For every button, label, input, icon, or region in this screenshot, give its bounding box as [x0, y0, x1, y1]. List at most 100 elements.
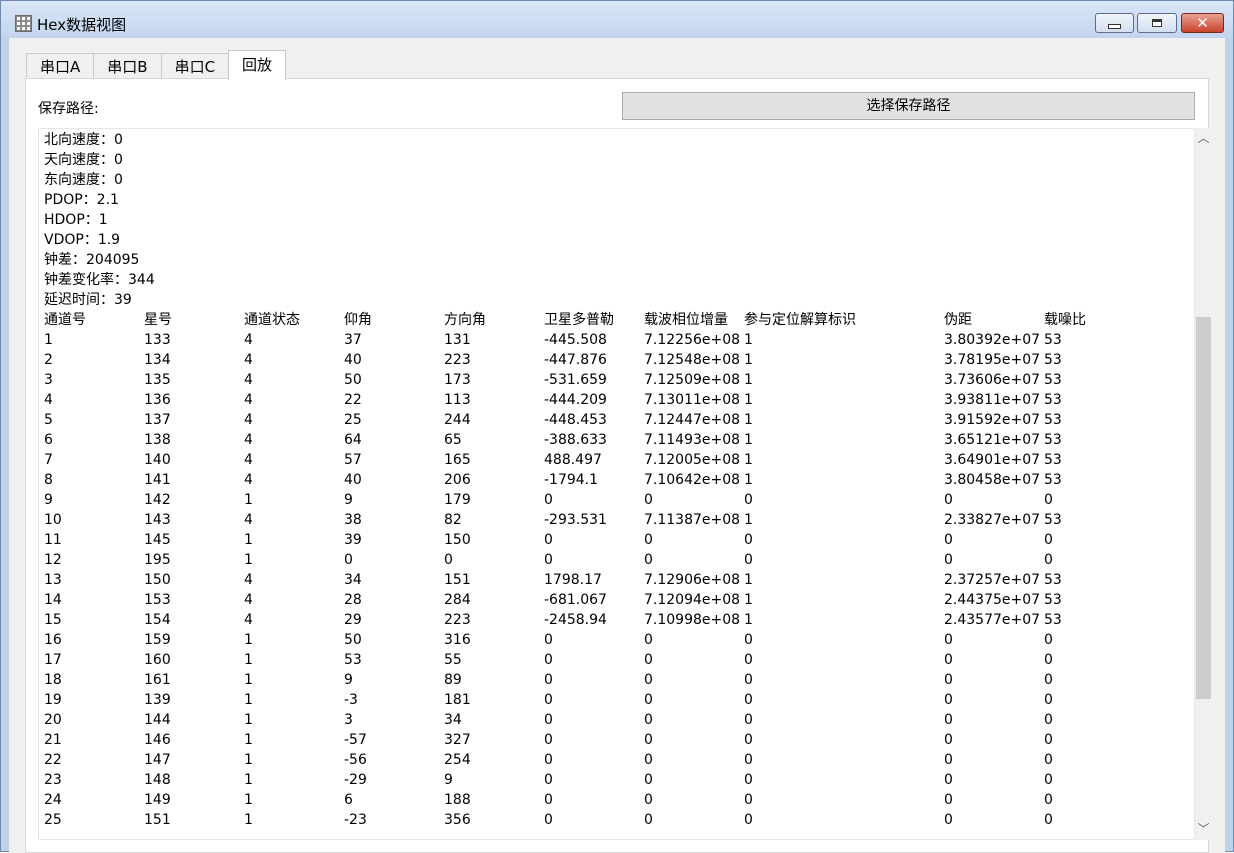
- table-cell: 1: [744, 612, 753, 628]
- table-cell: 223: [444, 352, 471, 368]
- table-row: 13 150 4 34 151 1798.17 7.12906e+08 1 2.37257e+0…: [44, 570, 1104, 590]
- table-cell: 134: [144, 352, 171, 368]
- table-cell: 195: [144, 552, 171, 568]
- table-cell: 2.44375e+07: [944, 592, 1041, 608]
- tab-playback[interactable]: 回放: [228, 50, 287, 80]
- table-cell: 0: [1044, 672, 1053, 688]
- table-cell: 153: [144, 592, 171, 608]
- table-cell: 188: [444, 792, 471, 808]
- table-cell: 53: [1044, 512, 1062, 528]
- table-cell: -2458.94: [544, 612, 607, 628]
- table-cell: 7.12548e+08: [644, 352, 741, 368]
- table-cell: 0: [544, 692, 553, 708]
- column-header: 载波相位增量: [644, 312, 728, 328]
- maximize-button[interactable]: [1137, 13, 1177, 33]
- table-cell: 12: [44, 552, 62, 568]
- table-cell: 4: [244, 432, 253, 448]
- table-cell: 0: [644, 772, 653, 788]
- table-cell: 0: [944, 812, 953, 828]
- chevron-down-icon[interactable]: ﹀: [1195, 821, 1212, 838]
- table-cell: 53: [1044, 592, 1062, 608]
- window-title: Hex数据视图: [37, 16, 127, 34]
- table-cell: 0: [644, 712, 653, 728]
- table-cell: 1: [244, 692, 253, 708]
- table-cell: 0: [944, 732, 953, 748]
- table-cell: 139: [144, 692, 171, 708]
- table-cell: 1: [244, 792, 253, 808]
- table-cell: 0: [944, 752, 953, 768]
- table-cell: 7.12447e+08: [644, 412, 741, 428]
- maximize-icon: [1152, 19, 1162, 27]
- column-header: 通道号: [44, 312, 86, 328]
- table-cell: 65: [444, 432, 462, 448]
- table-cell: 161: [144, 672, 171, 688]
- table-cell: 1: [744, 432, 753, 448]
- table-cell: 0: [644, 672, 653, 688]
- table-cell: 0: [644, 652, 653, 668]
- table-cell: 39: [344, 532, 362, 548]
- table-cell: 1: [244, 492, 253, 508]
- table-cell: 1: [744, 592, 753, 608]
- tab-serial-a[interactable]: 串口A: [26, 53, 95, 80]
- table-cell: 284: [444, 592, 471, 608]
- table-cell: 22: [344, 392, 362, 408]
- app-window: Hex数据视图 ✕ 串口A 串口B 串口C 回放 保存路径: 选择保存路径 北向…: [0, 0, 1234, 853]
- table-row: 6 138 4 64 65 -388.633 7.11493e+08 1 3.65121e+07…: [44, 430, 1104, 450]
- table-cell: 0: [744, 492, 753, 508]
- table-cell: 140: [144, 452, 171, 468]
- table-cell: -444.209: [544, 392, 607, 408]
- table-cell: -293.531: [544, 512, 607, 528]
- table-row: 12 195 1 0 0 0 0 0 0 0: [44, 550, 1104, 570]
- chevron-up-icon[interactable]: ︿: [1195, 130, 1212, 147]
- table-cell: 1: [744, 332, 753, 348]
- save-path-label: 保存路径:: [38, 101, 99, 117]
- vertical-scrollbar[interactable]: ︿ ﹀: [1195, 128, 1212, 840]
- table-cell: 7.12906e+08: [644, 572, 741, 588]
- table-cell: 7.10998e+08: [644, 612, 741, 628]
- column-header: 卫星多普勒: [544, 312, 614, 328]
- table-cell: 7: [44, 452, 53, 468]
- minimize-icon: [1108, 23, 1121, 29]
- table-cell: 150: [144, 572, 171, 588]
- table-row: 24 149 1 6 188 0 0 0 0 0: [44, 790, 1104, 810]
- minimize-button[interactable]: [1095, 13, 1134, 33]
- table-cell: 0: [944, 532, 953, 548]
- data-text-area[interactable]: 北向速度：0 天向速度：0 东向速度：0 PDOP：2.1 HDOP：1 VDOP：1.9…: [38, 128, 1195, 840]
- table-cell: 151: [444, 572, 471, 588]
- table-cell: 7.12005e+08: [644, 452, 741, 468]
- select-save-path-button[interactable]: 选择保存路径: [622, 92, 1195, 120]
- table-cell: 2: [44, 352, 53, 368]
- table-cell: 0: [1044, 752, 1053, 768]
- title-bar[interactable]: Hex数据视图 ✕: [1, 1, 1233, 38]
- info-line: 东向速度：0: [44, 172, 123, 188]
- table-cell: 0: [744, 652, 753, 668]
- table-cell: 244: [444, 412, 471, 428]
- table-cell: 0: [544, 652, 553, 668]
- table-cell: 7.12509e+08: [644, 372, 741, 388]
- tab-serial-c[interactable]: 串口C: [160, 53, 230, 80]
- table-cell: 0: [644, 732, 653, 748]
- table-cell: 488.497: [544, 452, 602, 468]
- table-cell: 0: [544, 732, 553, 748]
- table-cell: 4: [244, 452, 253, 468]
- table-cell: 137: [144, 412, 171, 428]
- scrollbar-thumb[interactable]: [1196, 317, 1211, 699]
- table-row: 9 142 1 9 179 0 0 0 0 0: [44, 490, 1104, 510]
- table-row: 7 140 4 57 165 488.497 7.12005e+08 1 3.64901e+07…: [44, 450, 1104, 470]
- table-row: 20 144 1 3 34 0 0 0 0 0: [44, 710, 1104, 730]
- table-cell: 181: [444, 692, 471, 708]
- column-header: 通道状态: [244, 312, 300, 328]
- tab-serial-b[interactable]: 串口B: [93, 53, 162, 80]
- table-cell: 4: [244, 572, 253, 588]
- table-cell: 0: [644, 532, 653, 548]
- table-cell: 0: [744, 752, 753, 768]
- table-cell: 1: [744, 572, 753, 588]
- table-cell: 0: [744, 712, 753, 728]
- table-cell: 0: [644, 632, 653, 648]
- close-button[interactable]: ✕: [1181, 13, 1224, 33]
- table-row: 16 159 1 50 316 0 0 0 0 0: [44, 630, 1104, 650]
- table-cell: 0: [644, 552, 653, 568]
- table-cell: 144: [144, 712, 171, 728]
- table-cell: 50: [344, 632, 362, 648]
- table-cell: 327: [444, 732, 471, 748]
